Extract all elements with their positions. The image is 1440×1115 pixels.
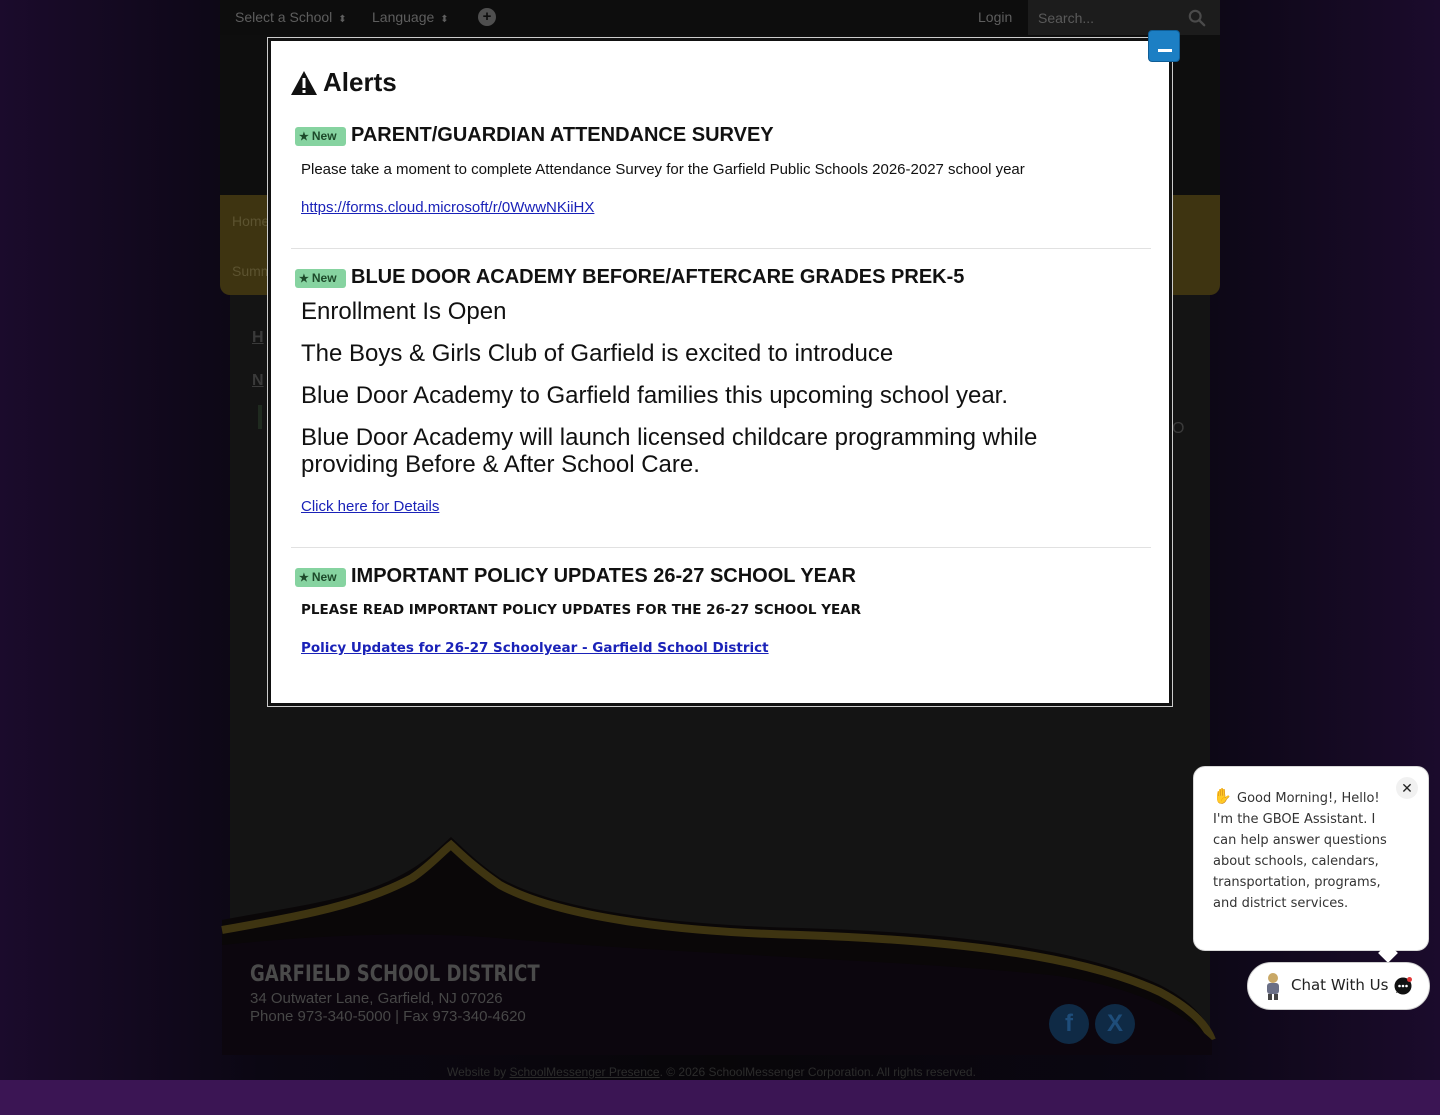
alert-body-line: The Boys & Girls Club of Garfield is exc… bbox=[301, 340, 894, 367]
new-badge: ★ New bbox=[295, 568, 346, 587]
assistant-avatar bbox=[1267, 973, 1279, 1000]
alert-text: PLEASE READ IMPORTANT POLICY UPDATES FOR… bbox=[301, 602, 862, 618]
alert-body-line: Blue Door Academy will launch licensed c… bbox=[301, 424, 1038, 478]
alert-title: PARENT/GUARDIAN ATTENDANCE SURVEY bbox=[351, 124, 774, 146]
credit-suffix: . © 2026 SchoolMessenger Corporation. Al… bbox=[659, 1065, 976, 1079]
alert-title: BLUE DOOR ACADEMY BEFORE/AFTERCARE GRADE… bbox=[351, 266, 965, 288]
chat-icon bbox=[1394, 977, 1412, 995]
district-address: 34 Outwater Lane, Garfield, NJ 07026 bbox=[250, 990, 503, 1007]
new-badge-label: New bbox=[311, 271, 337, 285]
alert-divider bbox=[291, 248, 1151, 249]
district-phone: Phone 973-340-5000 | Fax 973-340-4620 bbox=[250, 1008, 526, 1025]
chat-button-label: Chat With Us bbox=[1291, 976, 1389, 994]
new-badge-label: New bbox=[311, 570, 337, 584]
star-icon: ★ bbox=[299, 572, 309, 584]
facebook-icon[interactable]: f bbox=[1049, 1004, 1089, 1044]
site-credit: Website by SchoolMessenger Presence. © 2… bbox=[447, 1065, 976, 1079]
alert-divider bbox=[291, 547, 1151, 548]
district-name: GARFIELD SCHOOL DISTRICT bbox=[250, 962, 540, 987]
credit-prefix: Website by bbox=[447, 1065, 507, 1079]
new-badge-label: New bbox=[311, 129, 337, 143]
alert-text: Please take a moment to complete Attenda… bbox=[301, 161, 1025, 178]
new-badge: ★ New bbox=[295, 269, 346, 288]
alerts-modal: Alerts ★ New PARENT/GUARDIAN ATTENDANCE S… bbox=[267, 37, 1173, 707]
details-link[interactable]: Click here for Details bbox=[301, 498, 439, 515]
close-icon[interactable]: ✕ bbox=[1396, 777, 1418, 799]
star-icon: ★ bbox=[299, 273, 309, 285]
minimize-icon bbox=[1158, 49, 1172, 52]
star-icon: ★ bbox=[299, 131, 309, 143]
alert-body-line: Enrollment Is Open bbox=[301, 298, 507, 325]
alerts-title: Alerts bbox=[323, 67, 397, 97]
x-icon[interactable]: X bbox=[1095, 1004, 1135, 1044]
minimize-button[interactable] bbox=[1148, 30, 1180, 62]
chat-greeting-text: Good Morning!, Hello! I'm the GBOE Assis… bbox=[1213, 791, 1387, 911]
policy-link[interactable]: Policy Updates for 26-27 Schoolyear - Ga… bbox=[301, 640, 769, 656]
alert-body-line: Blue Door Academy to Garfield families t… bbox=[301, 382, 1009, 409]
survey-link[interactable]: https://forms.cloud.microsoft/r/0WwwNKii… bbox=[301, 199, 594, 216]
alert-title: IMPORTANT POLICY UPDATES 26-27 SCHOOL YE… bbox=[351, 565, 856, 587]
warning-icon bbox=[291, 71, 317, 95]
credit-link[interactable]: SchoolMessenger Presence bbox=[509, 1065, 659, 1079]
new-badge: ★ New bbox=[295, 127, 346, 146]
